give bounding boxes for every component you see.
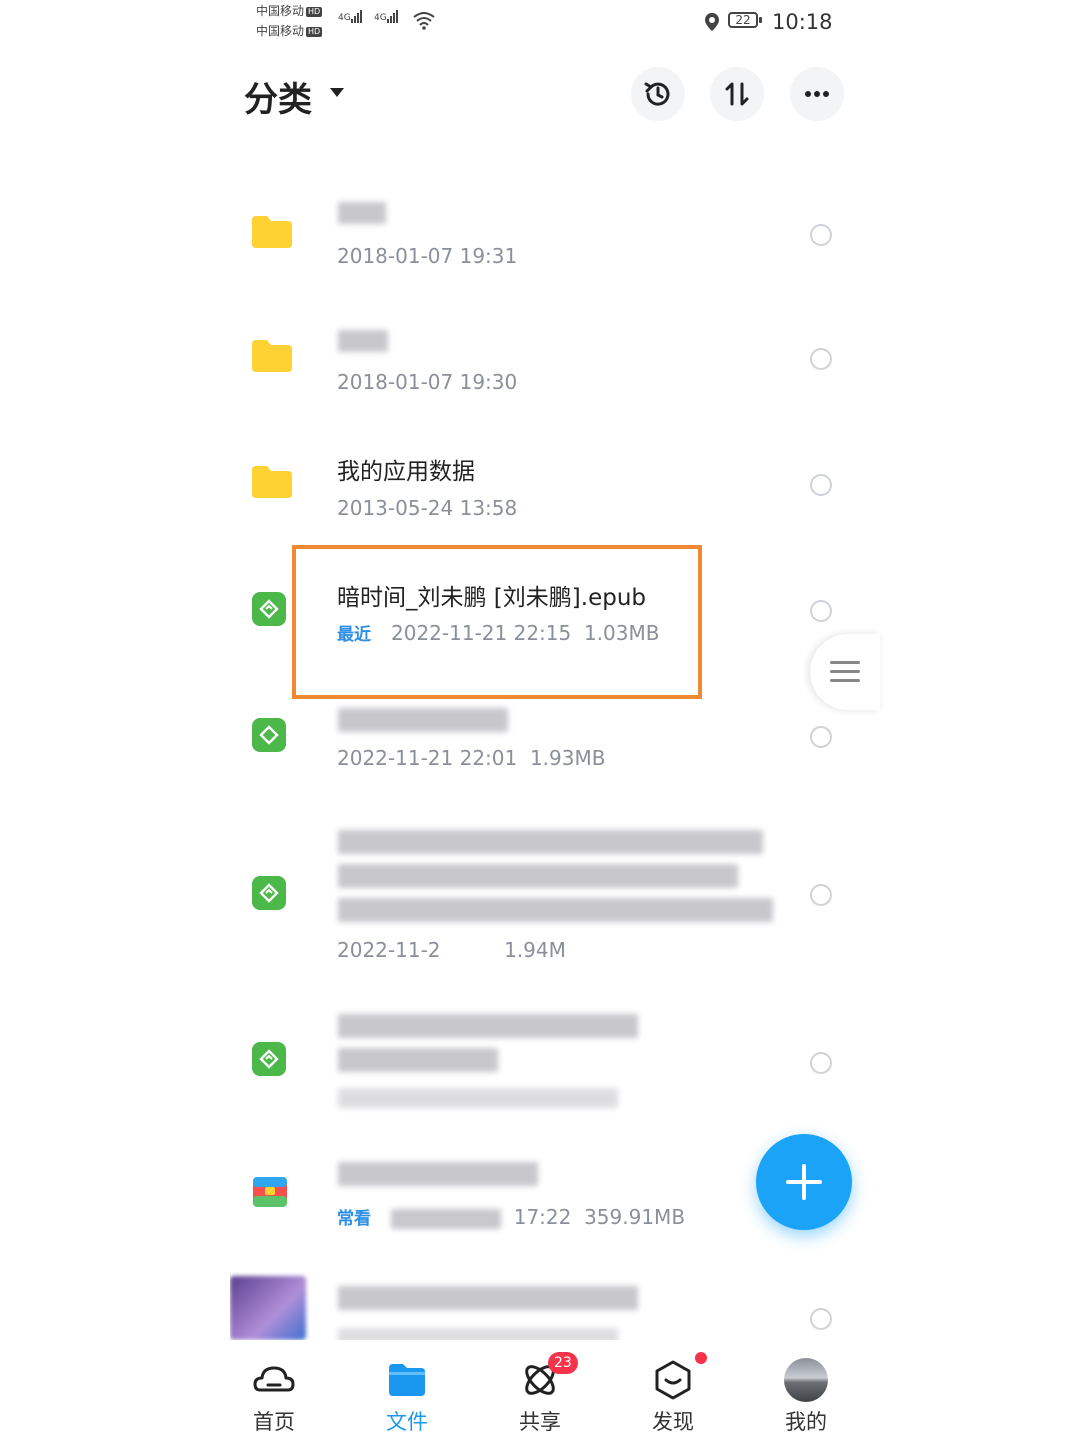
avatar	[784, 1358, 828, 1402]
blurred-title	[338, 330, 388, 352]
epub-icon	[252, 1042, 286, 1076]
tab-label: 我的	[785, 1410, 827, 1434]
list-item[interactable]	[230, 1004, 870, 1114]
file-date: 2022-11-2	[337, 938, 441, 962]
more-icon	[805, 91, 829, 97]
folder-icon	[252, 216, 292, 248]
epub-icon	[252, 592, 286, 626]
page-title[interactable]: 分类	[244, 72, 312, 121]
file-size: 359.91MB	[584, 1205, 686, 1229]
blurred-title	[338, 1014, 638, 1038]
notification-dot	[695, 1352, 707, 1364]
history-icon	[644, 82, 670, 106]
location-icon	[705, 13, 719, 31]
list-item[interactable]: 2018-01-07 19:31	[230, 190, 870, 290]
history-button[interactable]	[631, 67, 685, 121]
battery-icon: 22	[728, 12, 762, 28]
select-checkbox[interactable]	[810, 726, 832, 748]
select-checkbox[interactable]	[810, 1308, 832, 1330]
list-item[interactable]	[230, 1272, 870, 1340]
blurred-meta	[338, 1328, 618, 1340]
carrier-1: 中国移动 HD	[256, 4, 323, 18]
file-date: 2022-11-21 22:01	[337, 746, 518, 770]
share-badge: 23	[548, 1352, 578, 1374]
discover-icon	[655, 1360, 691, 1400]
tab-mine[interactable]: 我的	[756, 1340, 856, 1436]
video-thumbnail	[230, 1276, 306, 1340]
sort-button[interactable]	[710, 67, 764, 121]
blurred-title	[338, 1162, 538, 1186]
clock: 10:18	[772, 10, 833, 34]
select-checkbox[interactable]	[810, 1052, 832, 1074]
file-date: 2018-01-07 19:30	[337, 370, 518, 394]
folder-icon	[389, 1364, 425, 1396]
blurred-date	[391, 1208, 501, 1229]
plus-icon	[786, 1164, 822, 1200]
select-checkbox[interactable]	[810, 600, 832, 622]
archive-icon	[253, 1177, 287, 1207]
file-meta: 2022-11-2 1.94M	[337, 938, 566, 962]
frequent-tag: 常看	[337, 1209, 371, 1229]
file-name: 我的应用数据	[337, 459, 475, 485]
bottom-tab-bar: 首页 文件 23 共享 发现 我的	[0, 1340, 1080, 1439]
list-item[interactable]: 我的应用数据 2013-05-24 13:58	[230, 442, 870, 542]
file-time: 17:22	[513, 1205, 572, 1229]
file-size: 1.94M	[504, 938, 566, 962]
file-meta: 常看 17:22 359.91MB	[337, 1204, 685, 1229]
tab-discover[interactable]: 发现	[623, 1340, 723, 1436]
status-bar: 中国移动 HD 中国移动 HD 4G 4G 22 10:18	[0, 0, 1080, 50]
chevron-down-icon[interactable]	[330, 88, 344, 97]
list-item[interactable]: 2018-01-07 19:30	[230, 316, 870, 416]
epub-icon	[252, 876, 286, 910]
carrier-2: 中国移动 HD	[256, 24, 323, 38]
add-button[interactable]	[756, 1134, 852, 1230]
sort-icon	[725, 82, 749, 106]
highlight-box	[292, 545, 702, 699]
menu-icon	[830, 661, 860, 682]
folder-icon	[252, 340, 292, 372]
blurred-title	[338, 864, 738, 888]
file-meta: 2022-11-21 22:01 1.93MB	[337, 746, 605, 770]
blurred-title	[338, 708, 508, 732]
blurred-meta	[338, 1088, 618, 1108]
tab-share[interactable]: 23 共享	[490, 1340, 590, 1436]
signal-icon-1: 4G	[338, 10, 363, 23]
list-item[interactable]: 2022-11-21 22:01 1.93MB	[230, 700, 870, 790]
blurred-title	[338, 202, 386, 224]
blurred-title	[338, 1286, 638, 1310]
list-item[interactable]: 2022-11-2 1.94M	[230, 820, 870, 970]
cloud-home-icon	[253, 1366, 295, 1392]
select-checkbox[interactable]	[810, 474, 832, 496]
tab-files[interactable]: 文件	[357, 1340, 457, 1436]
blurred-title	[338, 898, 773, 922]
blurred-title	[338, 830, 763, 854]
wifi-icon	[413, 12, 435, 30]
select-checkbox[interactable]	[810, 884, 832, 906]
file-size: 1.93MB	[529, 746, 606, 770]
tab-label: 首页	[253, 1410, 295, 1434]
file-date: 2013-05-24 13:58	[337, 496, 518, 520]
epub-icon	[252, 718, 286, 752]
side-menu-handle[interactable]	[810, 634, 880, 710]
tab-label: 文件	[386, 1410, 428, 1434]
tab-label: 共享	[519, 1410, 561, 1434]
tab-home[interactable]: 首页	[224, 1340, 324, 1436]
file-date: 2018-01-07 19:31	[337, 244, 518, 268]
blurred-title	[338, 1048, 498, 1072]
select-checkbox[interactable]	[810, 224, 832, 246]
select-checkbox[interactable]	[810, 348, 832, 370]
folder-icon	[252, 466, 292, 498]
signal-icon-2: 4G	[374, 10, 399, 23]
tab-label: 发现	[652, 1410, 694, 1434]
more-button[interactable]	[790, 67, 844, 121]
